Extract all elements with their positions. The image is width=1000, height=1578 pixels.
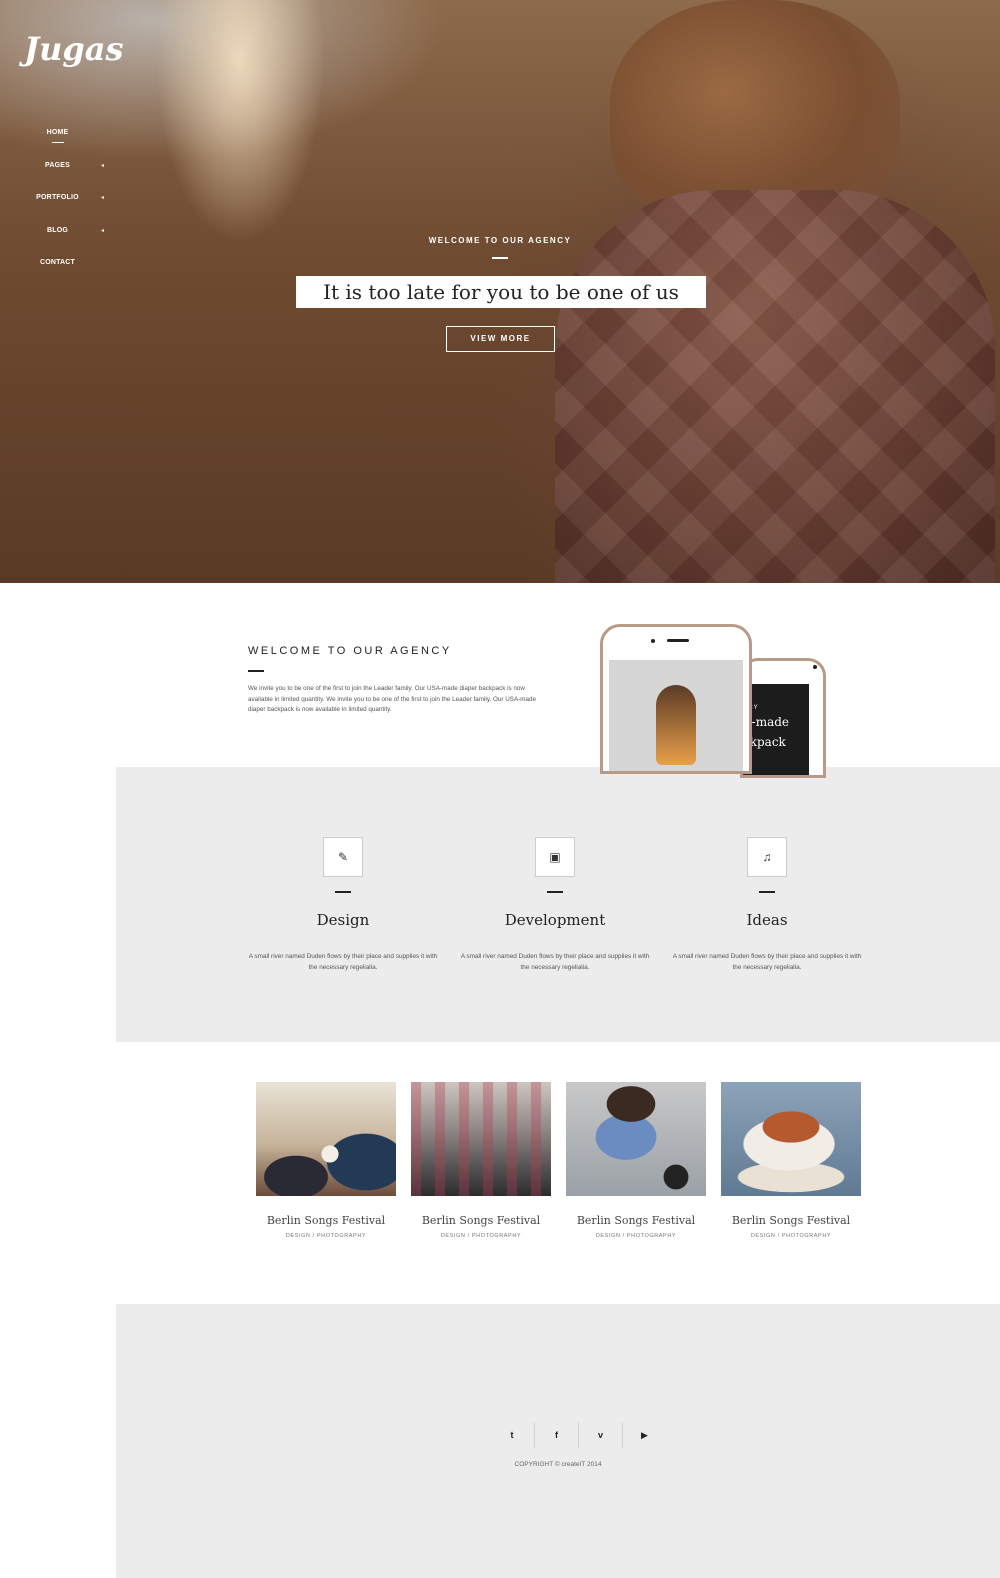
view-more-button[interactable]: VIEW MORE	[446, 326, 555, 352]
nav-active-underline	[52, 142, 64, 143]
portfolio-image[interactable]	[411, 1082, 551, 1196]
hero-title: It is too late for you to be one of us	[296, 276, 706, 308]
phone-back-line: ckpack	[743, 735, 786, 749]
service-desc: A small river named Duden flows by their…	[672, 953, 862, 971]
portfolio-image[interactable]	[566, 1082, 706, 1196]
service-name: Design	[316, 911, 370, 929]
hero-eyebrow: WELCOME TO OUR AGENCY	[428, 236, 572, 245]
portfolio-title[interactable]: Berlin Songs Festival	[411, 1214, 551, 1227]
phone-back-line: A-made	[743, 715, 790, 729]
music-icon: ♫	[747, 837, 787, 877]
service-desc: A small river named Duden flows by their…	[460, 953, 650, 971]
facebook-icon[interactable]: f	[534, 1422, 578, 1448]
hero-background-figure-body	[555, 190, 995, 583]
service-divider	[335, 891, 351, 893]
side-nav: HOME PAGES ◂ PORTFOLIO ◂ BLOG ◂ CONTACT	[0, 125, 115, 288]
phone-mockup-back: NCY A-made ckpack	[740, 658, 826, 778]
about-title: WELCOME TO OUR AGENCY	[248, 645, 452, 657]
portfolio-item[interactable]: Berlin Songs Festival DESIGN / PHOTOGRAP…	[256, 1082, 396, 1239]
phone-camera	[651, 639, 655, 643]
caret-left-icon: ◂	[101, 195, 105, 201]
logo[interactable]: Jugas	[24, 30, 124, 68]
phone-screen-person	[656, 685, 696, 765]
portfolio-title[interactable]: Berlin Songs Festival	[721, 1214, 861, 1227]
portfolio-item[interactable]: Berlin Songs Festival DESIGN / PHOTOGRAP…	[721, 1082, 861, 1239]
phone-mockup-front	[600, 624, 752, 774]
image-icon: ▣	[535, 837, 575, 877]
portfolio-title[interactable]: Berlin Songs Festival	[256, 1214, 396, 1227]
nav-item-label: PORTFOLIO	[36, 194, 79, 201]
social-links: t f v ▶	[490, 1422, 666, 1450]
phone-speaker	[667, 639, 689, 642]
phone-back-screen: NCY A-made ckpack	[743, 684, 809, 775]
phone-back-caption: NCY	[743, 704, 809, 712]
portfolio-categories: DESIGN / PHOTOGRAPHY	[595, 1233, 677, 1239]
nav-item-home[interactable]: HOME	[0, 125, 115, 158]
hero-section: Jugas HOME PAGES ◂ PORTFOLIO ◂ BLOG ◂ CO…	[0, 0, 1000, 583]
nav-item-pages[interactable]: PAGES ◂	[0, 158, 115, 191]
nav-item-label: HOME	[46, 129, 69, 136]
portfolio-title[interactable]: Berlin Songs Festival	[566, 1214, 706, 1227]
portfolio-categories: DESIGN / PHOTOGRAPHY	[750, 1233, 832, 1239]
copyright: COPYRIGHT © createIT 2014	[514, 1461, 602, 1468]
phone-screen-image	[609, 660, 743, 771]
about-text: We invite you to be one of the first to …	[248, 685, 537, 713]
youtube-icon[interactable]: ▶	[622, 1422, 666, 1448]
service-divider	[547, 891, 563, 893]
footer: t f v ▶ COPYRIGHT © createIT 2014	[116, 1304, 1000, 1578]
service-divider	[759, 891, 775, 893]
portfolio-item[interactable]: Berlin Songs Festival DESIGN / PHOTOGRAP…	[566, 1082, 706, 1239]
portfolio-categories: DESIGN / PHOTOGRAPHY	[440, 1233, 522, 1239]
about-divider	[248, 670, 264, 672]
service-name: Ideas	[746, 911, 788, 929]
service-name: Development	[504, 911, 606, 929]
twitter-icon[interactable]: t	[490, 1422, 534, 1448]
portfolio-image[interactable]	[721, 1082, 861, 1196]
service-desc: A small river named Duden flows by their…	[248, 953, 438, 971]
nav-item-label: PAGES	[45, 161, 70, 169]
caret-left-icon: ◂	[101, 162, 105, 169]
portfolio-item[interactable]: Berlin Songs Festival DESIGN / PHOTOGRAP…	[411, 1082, 551, 1239]
nav-item-portfolio[interactable]: PORTFOLIO ◂	[0, 190, 115, 223]
portfolio-image[interactable]	[256, 1082, 396, 1196]
nav-item-label: CONTACT	[39, 259, 76, 266]
phone-camera	[813, 665, 817, 669]
vimeo-icon[interactable]: v	[578, 1422, 622, 1448]
portfolio-categories: DESIGN / PHOTOGRAPHY	[285, 1233, 367, 1239]
pencil-icon: ✎	[323, 837, 363, 877]
hero-divider	[492, 257, 508, 259]
services-section: ✎ Design A small river named Duden flows…	[116, 767, 1000, 1042]
nav-item-contact[interactable]: CONTACT	[0, 255, 115, 288]
